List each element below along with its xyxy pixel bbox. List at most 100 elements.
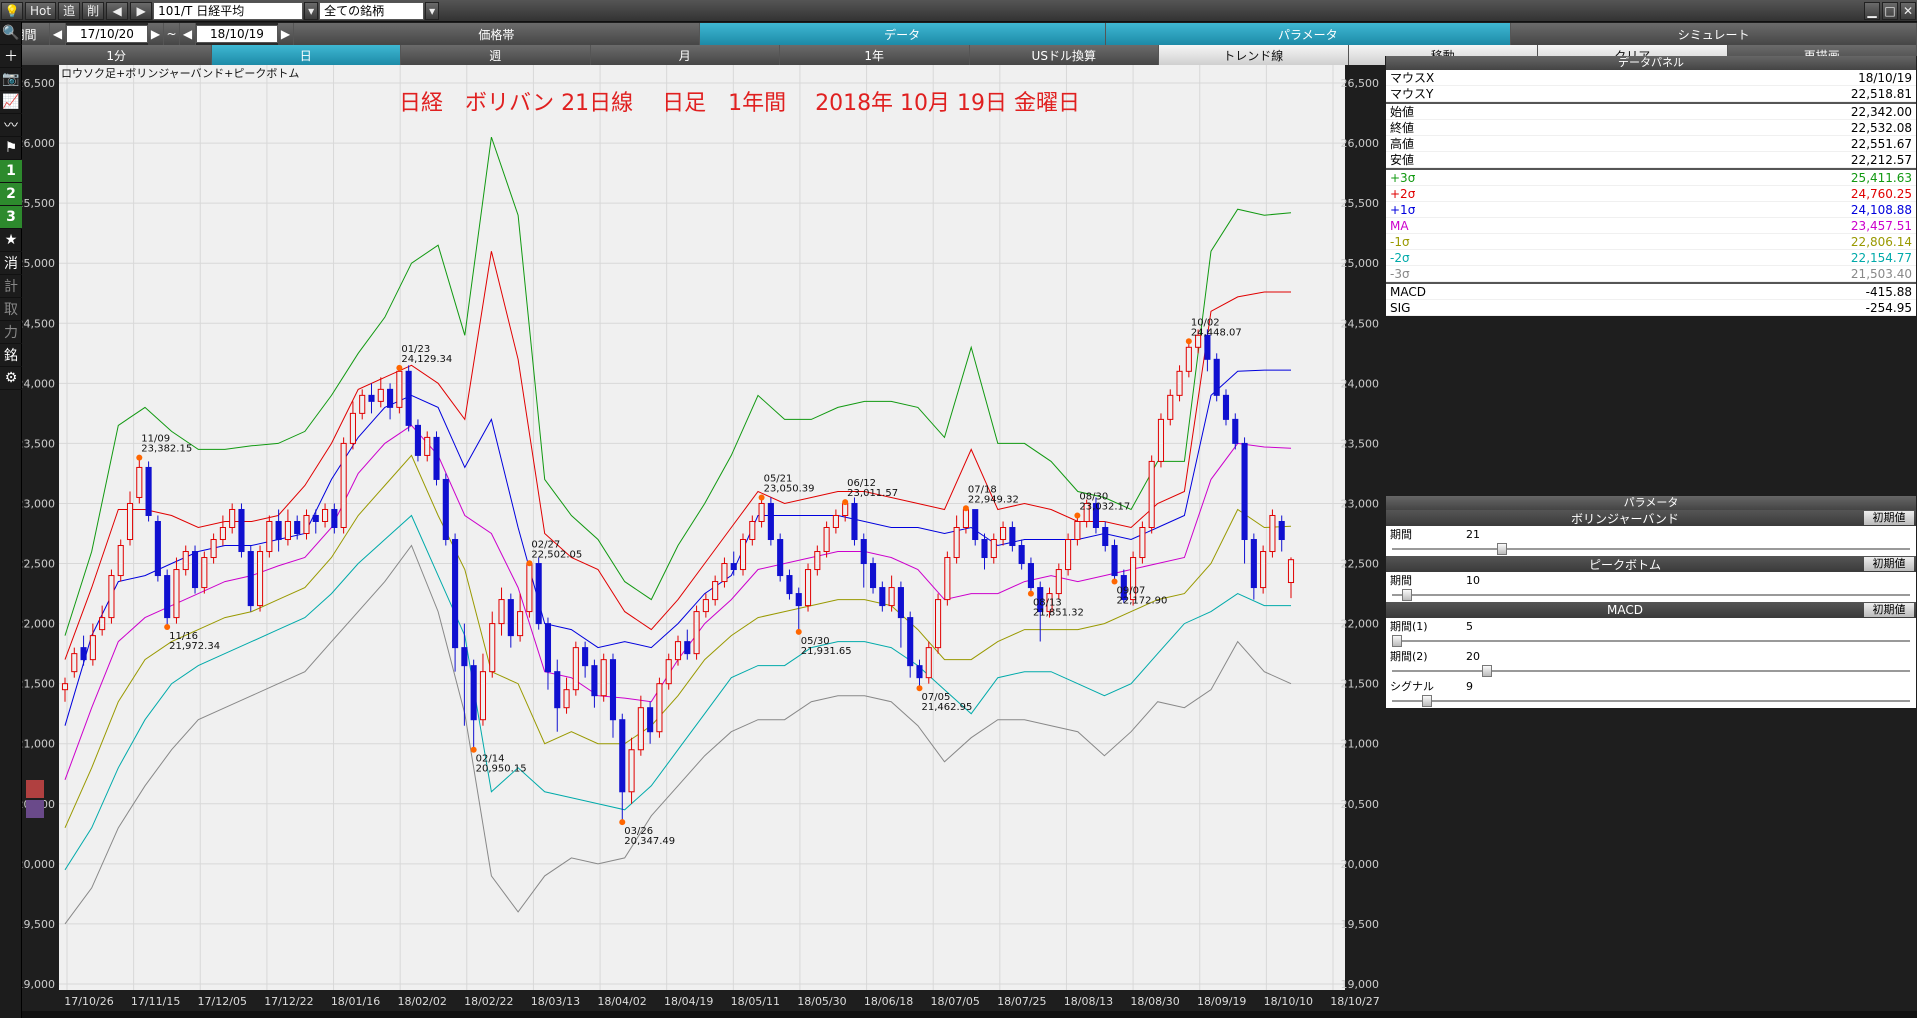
from-next-icon[interactable]: ▶ [148, 23, 164, 45]
minimize-icon[interactable]: ▁ [1864, 1, 1880, 20]
candle-body [359, 394, 366, 414]
flag-icon[interactable]: ⚑ [0, 137, 22, 160]
param-slider[interactable] [1386, 694, 1916, 708]
tool-14[interactable]: 銘 [0, 344, 22, 367]
chart-area[interactable]: 19,000 19,000 19,500 19,500 20,000 20,000 20,5… [17, 65, 1385, 1013]
date-to-field[interactable]: 18/10/19 [196, 25, 278, 43]
to-prev-icon[interactable]: ◀ [180, 23, 196, 45]
tool-12[interactable]: 取 [0, 298, 22, 321]
candle-body [470, 665, 477, 721]
tool-6[interactable]: 1 [0, 160, 22, 183]
overview-strip[interactable]: 15/11/2416/01/1216/02/2916/04/1416/06/02… [22, 1011, 1917, 1018]
tool-7[interactable]: 2 [0, 183, 22, 206]
slider-knob[interactable] [1422, 695, 1432, 707]
param-value-input[interactable]: 21 [1466, 528, 1916, 541]
param-slider[interactable] [1386, 664, 1916, 678]
delete-button[interactable]: 削 [82, 1, 105, 20]
reset-button[interactable]: 初期値 [1864, 511, 1914, 525]
slider-knob[interactable] [1402, 589, 1412, 601]
param-slider[interactable] [1386, 634, 1916, 648]
tool-10[interactable]: 消 [0, 252, 22, 275]
chart-type-icon[interactable] [26, 780, 44, 798]
xtick-label: 18/05/11 [731, 995, 780, 1008]
ytick-right: 23,500 [1341, 437, 1380, 450]
ytick-right: 20,500 [1341, 798, 1380, 811]
tab-0[interactable]: 価格帯 [294, 23, 700, 45]
datapanel-key: -1σ [1390, 234, 1410, 249]
prev-arrow-icon[interactable]: ◀ [106, 1, 129, 20]
datapanel-key: 安値 [1390, 153, 1415, 167]
timeframe-1[interactable]: 日 [211, 45, 401, 65]
search-icon[interactable]: 🔍 [0, 22, 22, 45]
date-from-field[interactable]: 17/10/20 [66, 25, 148, 43]
tool-13[interactable]: 力 [0, 321, 22, 344]
timeframe-6[interactable]: トレンド線 [1159, 45, 1349, 65]
close-icon[interactable]: ✕ [1900, 1, 1916, 20]
candle-body [387, 388, 394, 408]
bulb-icon[interactable]: 💡 [1, 1, 23, 20]
ytick-right: 19,000 [1341, 978, 1380, 991]
datapanel-value: 22,342.00 [1850, 104, 1912, 119]
peak-marker [795, 628, 802, 635]
tab-1[interactable]: データ [699, 23, 1106, 45]
timeframe-2[interactable]: 週 [401, 45, 591, 65]
peak-value: 21,851.32 [1033, 608, 1084, 619]
hot-button[interactable]: Hot [25, 1, 57, 20]
ytick-right: 25,000 [1341, 257, 1380, 270]
plus-icon[interactable]: ＋ [0, 45, 22, 68]
chart-icon[interactable]: 📈 [0, 91, 22, 114]
peak-marker [1027, 590, 1034, 597]
candle-body [879, 587, 886, 607]
gear-icon[interactable]: ⚙ [0, 367, 22, 390]
market-dropdown-icon[interactable]: ▾ [425, 1, 440, 20]
tool-9[interactable]: ★ [0, 229, 22, 252]
param-value-input[interactable]: 9 [1466, 680, 1916, 693]
candle-body [925, 647, 932, 679]
symbol-dropdown-icon[interactable]: ▾ [304, 1, 319, 20]
next-arrow-icon[interactable]: ▶ [130, 1, 153, 20]
tool-11[interactable]: 計 [0, 275, 22, 298]
slider-knob[interactable] [1482, 665, 1492, 677]
camera-icon[interactable]: 📷 [0, 68, 22, 91]
reset-button[interactable]: 初期値 [1864, 557, 1914, 571]
param-value-input[interactable]: 10 [1466, 574, 1916, 587]
param-value-input[interactable]: 5 [1466, 620, 1916, 633]
tab-3[interactable]: シミュレート [1511, 23, 1917, 45]
maximize-icon[interactable]: □ [1882, 1, 1898, 20]
candle-body [526, 563, 533, 613]
candle-body [331, 508, 338, 529]
period-prev-icon[interactable]: ◀ [50, 23, 66, 45]
slider-knob[interactable] [1392, 635, 1402, 647]
reset-button[interactable]: 初期値 [1864, 603, 1914, 617]
candle-body [981, 539, 988, 559]
timeframe-4[interactable]: 1年 [780, 45, 970, 65]
param-value-input[interactable]: 20 [1466, 650, 1916, 663]
slider-knob[interactable] [1497, 543, 1507, 555]
tab-2[interactable]: パラメータ [1105, 23, 1512, 45]
param-slider[interactable] [1386, 542, 1916, 556]
candle-body [442, 478, 449, 541]
timeframe-0[interactable]: 1分 [22, 45, 212, 65]
datapanel-value: -415.88 [1865, 284, 1912, 299]
xtick-label: 18/08/13 [1064, 995, 1113, 1008]
candle-body [1018, 545, 1025, 565]
chart-svg[interactable]: 19,000 19,000 19,500 19,500 20,000 20,000 20,5… [17, 65, 1385, 1013]
tool-8[interactable]: 3 [0, 206, 22, 229]
to-next-icon[interactable]: ▶ [278, 23, 294, 45]
param-row: 期間 10 [1386, 572, 1916, 588]
timeframe-3[interactable]: 月 [590, 45, 780, 65]
market-select[interactable]: 全ての銘柄 [319, 1, 425, 20]
ytick-right: 22,000 [1341, 618, 1380, 631]
param-slider[interactable] [1386, 588, 1916, 602]
timeframe-5[interactable]: USドル換算 [969, 45, 1159, 65]
add-button[interactable]: 追 [58, 1, 81, 20]
candle-body [535, 563, 542, 625]
indicator-icon[interactable] [26, 800, 44, 818]
peak-value: 21,462.95 [921, 702, 972, 713]
candle-body [554, 671, 561, 709]
candle-body [656, 683, 663, 733]
symbol-field[interactable]: 101/T 日経平均 [153, 1, 304, 20]
candle-body [1232, 418, 1239, 444]
peak-marker [1111, 578, 1118, 585]
chart2-icon[interactable]: 〰 [0, 114, 22, 137]
